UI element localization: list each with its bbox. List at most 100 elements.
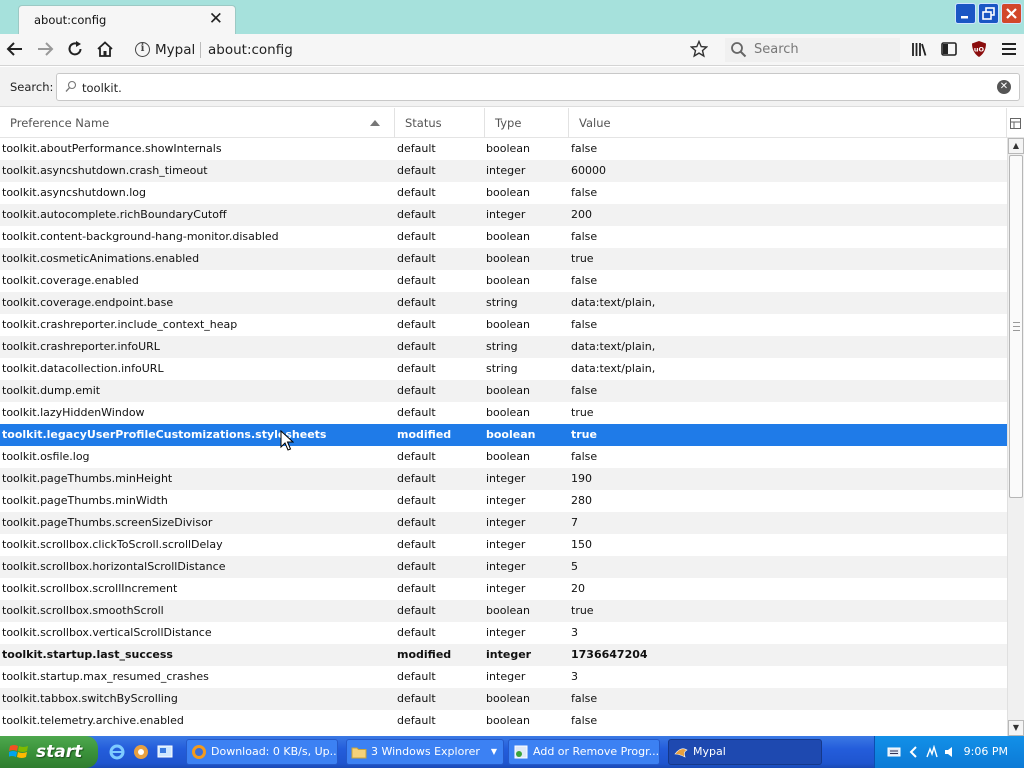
table-row[interactable]: toolkit.aboutPerformance.showInternals de… (0, 138, 1007, 160)
column-header-status[interactable]: Status (395, 108, 485, 138)
window-close-button[interactable] (1001, 3, 1022, 24)
table-row[interactable]: toolkit.scrollbox.verticalScrollDistance… (0, 622, 1007, 644)
table-row[interactable]: toolkit.scrollbox.scrollIncrement default… (0, 578, 1007, 600)
pref-type-cell: string (486, 340, 518, 353)
show-desktop-icon[interactable] (156, 743, 174, 761)
pref-type-cell: boolean (486, 252, 530, 265)
site-identity-label[interactable]: Mypal (155, 42, 195, 58)
pref-value-cell: 20 (571, 582, 585, 595)
window-minimize-button[interactable] (955, 3, 976, 24)
window-restore-button[interactable] (978, 3, 999, 24)
sidebar-button[interactable] (938, 38, 960, 60)
pref-status-cell: default (397, 362, 436, 375)
table-row[interactable]: toolkit.pageThumbs.minWidth default intege… (0, 490, 1007, 512)
table-row[interactable]: toolkit.asyncshutdown.crash_timeout defau… (0, 160, 1007, 182)
pref-type-cell: integer (486, 164, 526, 177)
search-bar[interactable]: Search (725, 38, 900, 62)
table-row[interactable]: toolkit.datacollection.infoURL default str… (0, 358, 1007, 380)
column-header-value[interactable]: Value (569, 108, 1007, 138)
keyboard-icon[interactable] (887, 745, 901, 759)
table-row[interactable]: toolkit.crashreporter.infoURL default stri… (0, 336, 1007, 358)
table-row[interactable]: toolkit.coverage.endpoint.base default str… (0, 292, 1007, 314)
vertical-scrollbar[interactable]: ▲ ▼ (1007, 138, 1024, 736)
pref-type-cell: boolean (486, 186, 530, 199)
table-row[interactable]: toolkit.content-background-hang-monitor.… (0, 226, 1007, 248)
internet-explorer-icon[interactable] (108, 743, 126, 761)
table-row[interactable]: toolkit.lazyHiddenWindow default boolean tr… (0, 402, 1007, 424)
table-row[interactable]: toolkit.scrollbox.horizontalScrollDistan… (0, 556, 1007, 578)
scroll-up-button[interactable]: ▲ (1008, 138, 1024, 154)
pref-type-cell: integer (486, 208, 526, 221)
tab-title: about:config (34, 13, 107, 27)
tab-close-icon[interactable]: ✕ (209, 9, 223, 29)
pref-type-cell: integer (486, 516, 526, 529)
table-row[interactable]: toolkit.pageThumbs.minHeight default integ… (0, 468, 1007, 490)
taskbar-item-download[interactable]: Download: 0 KB/s, Up... (186, 739, 338, 765)
table-row[interactable]: toolkit.tabbox.switchByScrolling default b… (0, 688, 1007, 710)
table-row[interactable]: toolkit.startup.last_success modified inte… (0, 644, 1007, 666)
clear-filter-icon[interactable]: ✕ (997, 80, 1011, 94)
pref-value-cell: false (571, 450, 598, 463)
scroll-down-button[interactable]: ▼ (1008, 720, 1024, 736)
task-label: Download: 0 KB/s, Up... (211, 745, 338, 758)
pref-name-cell: toolkit.coverage.enabled (2, 274, 139, 287)
table-row[interactable]: toolkit.pageThumbs.screenSizeDivisor defa… (0, 512, 1007, 534)
pref-type-cell: boolean (486, 714, 530, 727)
table-row[interactable]: toolkit.autocomplete.richBoundaryCutoff d… (0, 204, 1007, 226)
volume-icon[interactable] (943, 745, 957, 759)
preferences-table: Preference Name Status Type Value toolki… (0, 108, 1024, 736)
pref-name-cell: toolkit.legacyUserProfileCustomizations.… (2, 428, 327, 441)
filter-value[interactable]: toolkit. (82, 81, 122, 95)
column-picker-button[interactable] (1007, 108, 1024, 138)
column-header-type[interactable]: Type (485, 108, 569, 138)
table-row[interactable]: toolkit.osfile.log default boolean false (0, 446, 1007, 468)
preference-filter-input[interactable]: toolkit. ✕ (56, 73, 1020, 101)
column-header-preference-name[interactable]: Preference Name (0, 108, 395, 138)
pref-type-cell: integer (486, 582, 526, 595)
network-icon[interactable] (925, 745, 939, 759)
library-button[interactable] (908, 38, 930, 60)
table-row[interactable]: toolkit.startup.max_resumed_crashes defau… (0, 666, 1007, 688)
home-button[interactable] (94, 38, 116, 60)
pref-value-cell: false (571, 186, 598, 199)
table-row[interactable]: toolkit.scrollbox.smoothScroll default boo… (0, 600, 1007, 622)
pref-type-cell: boolean (486, 384, 530, 397)
pref-name-cell: toolkit.lazyHiddenWindow (2, 406, 145, 419)
taskbar-item-mypal[interactable]: Mypal (668, 739, 822, 765)
table-rows: toolkit.aboutPerformance.showInternals de… (0, 138, 1007, 732)
url-bar[interactable]: i Mypal about:config (128, 37, 718, 63)
info-icon[interactable]: i (135, 42, 150, 57)
bookmark-star-button[interactable] (688, 38, 710, 60)
tray-expand-icon[interactable] (907, 745, 921, 759)
table-row[interactable]: toolkit.asyncshutdown.log default boolean f… (0, 182, 1007, 204)
pref-value-cell: data:text/plain, (571, 362, 656, 375)
reload-button[interactable] (64, 38, 86, 60)
column-header-label: Type (495, 116, 522, 130)
table-row[interactable]: toolkit.crashreporter.include_context_he… (0, 314, 1007, 336)
url-text[interactable]: about:config (208, 42, 293, 58)
table-row[interactable]: toolkit.coverage.enabled default boolean fa… (0, 270, 1007, 292)
pref-type-cell: boolean (486, 604, 530, 617)
taskbar-item-add-remove-programs[interactable]: Add or Remove Progr... (508, 739, 660, 765)
back-button[interactable] (4, 38, 26, 60)
scroll-thumb[interactable] (1009, 155, 1023, 498)
table-row[interactable]: toolkit.scrollbox.clickToScroll.scrollDe… (0, 534, 1007, 556)
pref-status-cell: default (397, 670, 436, 683)
ublock-origin-button[interactable]: uO (968, 38, 990, 60)
table-row[interactable]: toolkit.cosmeticAnimations.enabled defaul… (0, 248, 1007, 270)
table-row[interactable]: toolkit.dump.emit default boolean false (0, 380, 1007, 402)
tab-about-config[interactable]: about:config ✕ (18, 5, 236, 34)
pref-name-cell: toolkit.scrollbox.scrollIncrement (2, 582, 178, 595)
hamburger-menu-button[interactable] (998, 38, 1020, 60)
pref-value-cell: 7 (571, 516, 578, 529)
reload-icon (68, 41, 82, 56)
task-label: Add or Remove Progr... (533, 745, 660, 758)
table-row[interactable]: toolkit.telemetry.archive.enabled default… (0, 710, 1007, 732)
table-row[interactable]: toolkit.legacyUserProfileCustomizations.… (0, 424, 1007, 446)
mypal-quicklaunch-icon[interactable] (132, 743, 150, 761)
pref-name-cell: toolkit.scrollbox.horizontalScrollDistan… (2, 560, 226, 573)
pref-name-cell: toolkit.asyncshutdown.log (2, 186, 146, 199)
taskbar-item-windows-explorer[interactable]: 3 Windows Explorer ▼ (346, 739, 504, 765)
forward-button[interactable] (34, 38, 56, 60)
start-button[interactable]: start (0, 736, 98, 768)
